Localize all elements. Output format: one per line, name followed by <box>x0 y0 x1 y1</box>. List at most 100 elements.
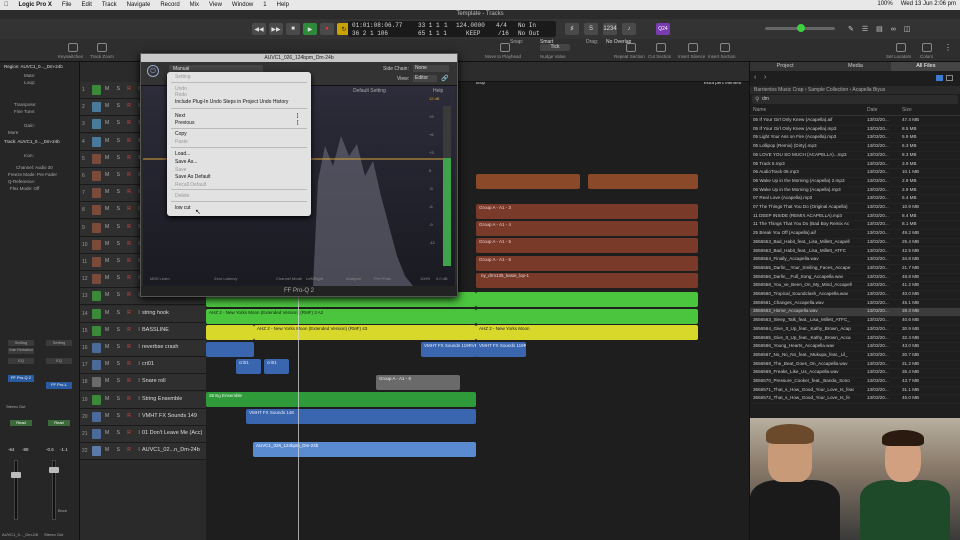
column-name[interactable]: Name <box>753 107 766 113</box>
record-enable-button[interactable]: R <box>127 447 134 453</box>
column-size[interactable]: Size <box>902 107 912 113</box>
plugin-slot-pro-q[interactable]: FF Pro-Q 2 <box>8 375 34 382</box>
tab-media[interactable]: Media <box>820 62 890 71</box>
channel-fader-1-cap[interactable] <box>11 472 21 478</box>
audio-region[interactable]: cri01 <box>264 359 289 374</box>
audio-region[interactable] <box>476 174 580 189</box>
rewind-button[interactable]: ◀◀ <box>252 23 266 35</box>
insert-silence-icon[interactable] <box>688 43 698 52</box>
file-row[interactable]: 05 If Your Girl Only Knew (Acapella).aif… <box>750 117 960 126</box>
track-header[interactable]: 20 M S R I VMHT FX Sounds 149 <box>80 408 206 426</box>
snap-value[interactable]: Smart <box>540 39 553 45</box>
file-row[interactable]: 05 Lollipop (Remix) (Dirty).mp3 13/03/20.… <box>750 143 960 152</box>
track-name[interactable]: String Ensemble <box>142 396 204 402</box>
file-row[interactable]: 3656568_The_Beat_Goes_On_Accapella.wav 13… <box>750 361 960 370</box>
audio-region[interactable]: AUVC1_026_124bpm_Dm-24b <box>253 442 476 457</box>
plugin-slot-pro-l[interactable]: FF Pro-L <box>46 382 72 389</box>
mute-button[interactable]: M <box>105 344 112 350</box>
track-header[interactable]: 22 M S R I AUVC1_02...n_Dm-24b <box>80 443 206 461</box>
move-to-playhead-icon[interactable] <box>500 43 510 52</box>
audio-region[interactable]: String Ensemble <box>206 392 476 407</box>
record-enable-button[interactable]: R <box>127 189 134 195</box>
channel-fader-1[interactable] <box>14 460 18 520</box>
menu-item[interactable]: Include Plug-In Undo Steps in Project Un… <box>175 99 288 105</box>
track-name[interactable]: reverbse crash <box>142 344 204 350</box>
audio-region[interactable]: cri01 <box>236 359 261 374</box>
automation-read-1[interactable]: Read <box>10 420 32 426</box>
side-chain-select[interactable]: None <box>413 65 449 72</box>
track-icon[interactable] <box>92 171 101 181</box>
audio-region[interactable]: VMHT FX Sounds 148 <box>246 409 476 424</box>
editors-icon[interactable]: ✎ <box>848 25 854 33</box>
record-enable-button[interactable]: R <box>127 206 134 212</box>
mute-button[interactable]: M <box>105 120 112 126</box>
more-icon[interactable]: ⋮ <box>944 43 952 52</box>
track-icon[interactable] <box>92 291 101 302</box>
solo-button[interactable]: S <box>117 344 123 350</box>
file-row[interactable]: 06 AudioTrack 06.mp3 13/03/20... 10.1 MB <box>750 169 960 178</box>
file-row[interactable]: 3656570_Pressure_Cooker_feat._Banda_Sono… <box>750 378 960 387</box>
menu-track[interactable]: Track <box>102 2 117 8</box>
zero-latency-button[interactable]: Zero Latency <box>214 276 237 281</box>
mute-button[interactable]: M <box>105 258 112 264</box>
audio-region[interactable]: Group A - A1 - 6 <box>376 375 460 390</box>
menu-item[interactable]: Load... <box>175 151 190 157</box>
solo-button[interactable]: S <box>117 103 123 109</box>
menu-help[interactable]: Help <box>277 2 289 8</box>
lists-icon[interactable]: ☰ <box>862 25 868 33</box>
track-inspector-header[interactable]: Track: AUVC1_0..._Dm-24b <box>4 139 60 144</box>
mute-button[interactable]: M <box>105 361 112 367</box>
analyzer-value[interactable]: Pre+Post <box>374 276 391 281</box>
tuner-button[interactable]: ♯ <box>565 23 579 35</box>
menu-navigate[interactable]: Navigate <box>127 2 151 8</box>
setting-button-1[interactable]: Setting <box>8 340 34 346</box>
track-zoom-icon[interactable] <box>97 43 107 52</box>
solo-button[interactable]: S <box>584 23 598 35</box>
output-label[interactable]: Stereo Out <box>6 404 36 410</box>
file-row[interactable]: 07 Real Love (Acapella).mp3 13/03/20... 5.… <box>750 195 960 204</box>
track-icon[interactable] <box>92 85 101 95</box>
track-icon[interactable] <box>92 188 101 199</box>
solo-button[interactable]: S <box>117 292 123 298</box>
solo-button[interactable]: S <box>117 241 123 247</box>
audio-region[interactable]: VMHT FX Sounds 119RVE <box>421 342 477 357</box>
file-row[interactable]: 3656572_That_s_How_Good_Your_Love_Is_fe 1… <box>750 395 960 405</box>
record-enable-button[interactable]: R <box>127 344 134 350</box>
track-icon[interactable] <box>92 239 101 250</box>
mute-button[interactable]: M <box>105 241 112 247</box>
plugin-title[interactable]: AUVC1_026_124bpm_Dm-24b <box>141 54 457 62</box>
record-enable-button[interactable]: R <box>127 275 134 281</box>
track-icon[interactable] <box>92 325 101 336</box>
audio-region[interactable]: AHZ 2 - New Yorks Moon (Extended Version… <box>254 325 476 340</box>
track-icon[interactable] <box>92 102 101 113</box>
tab-project[interactable]: Project <box>750 62 820 71</box>
record-enable-button[interactable]: R <box>127 155 134 161</box>
track-header[interactable]: 18 M S R I Snare roll <box>80 374 206 392</box>
audio-region[interactable]: Group A - A1 - 6 <box>476 256 698 271</box>
region-inspector-header[interactable]: Region: AUVC1_0..._Dm-24b <box>4 64 63 69</box>
file-row[interactable]: 07 The Things That You Do (Original Acap… <box>750 204 960 213</box>
mute-button[interactable]: M <box>105 413 112 419</box>
setting-button-2[interactable]: Setting <box>46 340 72 346</box>
mute-button[interactable]: M <box>105 430 112 436</box>
file-row[interactable]: 3656563_Sleep_Talk_feat._Lisa_Millett_AT… <box>750 317 960 326</box>
menu-edit[interactable]: Edit <box>82 2 92 8</box>
track-icon[interactable] <box>92 429 101 439</box>
record-enable-button[interactable]: R <box>127 430 134 436</box>
menu-item[interactable]: Next <box>175 113 185 119</box>
mute-button[interactable]: M <box>105 224 112 230</box>
back-icon[interactable]: ‹ <box>754 74 756 81</box>
track-icon[interactable] <box>92 205 101 216</box>
file-row[interactable]: 3656561_Changes_Accapella.wav 13/03/20...… <box>750 300 960 309</box>
solo-button[interactable]: S <box>117 86 123 92</box>
eq-button-2[interactable]: EQ <box>46 358 72 364</box>
record-button[interactable]: ● <box>320 23 334 35</box>
menu-app[interactable]: Logic Pro X <box>19 2 52 8</box>
track-icon[interactable] <box>92 153 101 164</box>
file-row[interactable]: 06 Wake Up in the Morning (Acapella).mp3… <box>750 187 960 196</box>
track-icon[interactable] <box>92 257 101 267</box>
stop-button[interactable]: ■ <box>286 23 300 35</box>
breadcrumb-item-3[interactable]: Acapella Biyus <box>852 87 885 93</box>
file-row[interactable]: 3656567_No_No_No_feat._Mukupa_feat._Lil_… <box>750 352 960 361</box>
file-row[interactable]: 3656555_Darlin__Your_Smiling_Faces_Accap… <box>750 265 960 274</box>
